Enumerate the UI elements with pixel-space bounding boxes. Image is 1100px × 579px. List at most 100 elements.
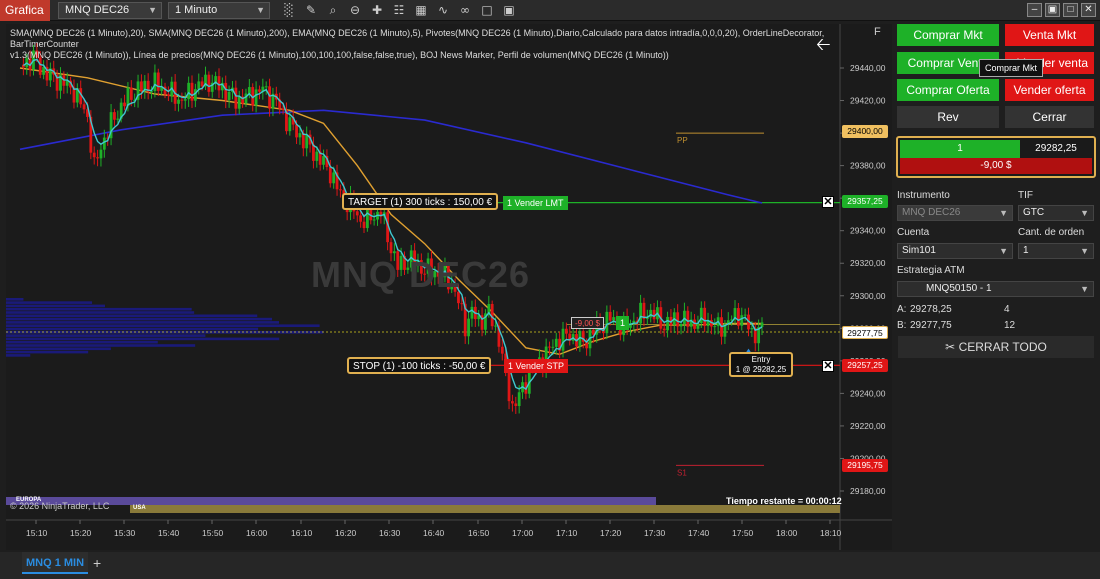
bars-icon[interactable]: ░ [282, 2, 296, 18]
minimize-icon[interactable]: – [1027, 3, 1042, 17]
stop-order-box[interactable]: STOP (1) -100 ticks : -50,00 € [347, 357, 492, 374]
sell-bid-button[interactable]: Vender oferta [1005, 79, 1094, 101]
candle-body [295, 124, 298, 138]
maximize-icon[interactable]: □ [1063, 3, 1078, 17]
instrument-field: MNQ DEC26 ▼ [897, 205, 1013, 221]
atm-value: MNQ50150 - 1 [926, 283, 992, 294]
templates-icon[interactable]: □ [480, 2, 494, 18]
pivot-s1-price: 29195,75 [842, 459, 888, 472]
candle-body [116, 118, 120, 120]
volume-profile-bar [6, 350, 89, 354]
candle-body [608, 311, 612, 321]
target-order-box[interactable]: TARGET (1) 300 ticks : 150,00 € [342, 193, 499, 210]
buy-market-button[interactable]: Comprar Mkt [897, 24, 999, 46]
account-value: Sim101 [902, 245, 936, 256]
target-order-tag[interactable]: 1 Vender LMT [503, 196, 568, 210]
bid-size: 12 [1004, 320, 1016, 331]
candle-body [551, 346, 555, 348]
candle-body [197, 81, 201, 90]
entry-detail: 1 @ 29282,25 [735, 365, 787, 374]
close-all-button[interactable]: ✂ CERRAR TODO [898, 336, 1094, 358]
crosshair-icon[interactable]: ✚ [370, 2, 384, 18]
magnifier-icon[interactable]: ⌕ [326, 2, 340, 18]
zoom-out-icon[interactable]: ⊖ [348, 2, 362, 18]
quantity-stepper[interactable]: 1 ▼ [1018, 243, 1094, 259]
price-axis-label: 29380,00 [850, 161, 886, 171]
stop-price-box: 29257,25 [842, 359, 888, 372]
session-usa-label: USA [133, 505, 146, 511]
instrument-select[interactable]: MNQ DEC26 ▼ [58, 2, 162, 19]
time-axis-label: 17:50 [732, 528, 754, 538]
position-qty-tag[interactable]: 1 [616, 316, 630, 330]
time-axis-label: 15:10 [26, 528, 48, 538]
time-axis-label: 16:40 [423, 528, 445, 538]
price-axis-label: 29300,00 [850, 291, 886, 301]
arrow-left-icon[interactable]: 🡠 [816, 32, 831, 62]
candle-body [639, 302, 642, 324]
chart-window: Grafica MNQ DEC26 ▼ 1 Minuto ▼ ░ ✎ ⌕ ⊖ ✚… [0, 0, 1100, 579]
position-display: 1 29282,25 -9,00 $ [896, 136, 1096, 178]
entry-marker[interactable]: Entry 1 @ 29282,25 [729, 352, 793, 377]
link-icon[interactable]: ∞ [458, 2, 472, 18]
close-icon[interactable]: ✕ [1081, 3, 1096, 17]
tab-mnq-1-min[interactable]: MNQ 1 MIN [22, 552, 88, 574]
pivot-pp-price: 29400,00 [842, 125, 888, 138]
price-axis-label: 29220,00 [850, 421, 886, 431]
stop-order-tag[interactable]: 1 Vender STP [504, 359, 569, 373]
candle-body [96, 157, 99, 159]
reverse-button[interactable]: Rev [897, 106, 999, 128]
candle-body [113, 112, 116, 120]
f-button[interactable]: F [874, 26, 886, 40]
add-tab-button[interactable]: + [93, 555, 101, 571]
account-select[interactable]: Sim101 ▼ [897, 243, 1013, 259]
time-axis-label: 17:10 [556, 528, 578, 538]
time-axis-label: 17:00 [512, 528, 534, 538]
atm-strategy-select[interactable]: MNQ50150 - 1 ▼ [897, 281, 1094, 297]
price-chart[interactable]: PPS129440,0029420,0029400,0029380,002936… [6, 24, 892, 572]
candle-body [676, 312, 680, 327]
candle-body [207, 74, 211, 92]
sell-market-button[interactable]: Venta Mkt [1005, 24, 1094, 46]
properties-icon[interactable]: ☷ [392, 2, 406, 18]
candle-body [507, 368, 511, 402]
candle-body [372, 219, 376, 221]
restore-icon[interactable]: ▣ [1045, 3, 1060, 17]
atm-label: Estrategia ATM [897, 265, 965, 276]
position-pl-tag[interactable]: -9,00 $ [571, 317, 604, 329]
pivot-pp-label: PP [677, 136, 688, 145]
candle-body [315, 151, 319, 161]
candle-body [301, 133, 305, 149]
candle-body [247, 87, 251, 94]
target-price-box: 29357,25 [842, 195, 888, 208]
window-linking-icon[interactable]: ▣ [502, 2, 516, 18]
candle-body [703, 307, 707, 327]
time-axis-label: 17:20 [600, 528, 622, 538]
candle-body [392, 251, 396, 254]
candle-body [187, 82, 191, 100]
strategy-icon[interactable]: ▦ [414, 2, 428, 18]
candle-body [129, 87, 133, 100]
candle-body [389, 242, 393, 254]
close-position-button[interactable]: Cerrar [1005, 106, 1094, 128]
price-axis-label: 29320,00 [850, 258, 886, 268]
candle-body [467, 318, 470, 337]
volume-profile-bar [6, 307, 192, 311]
cancel-stop-icon[interactable]: ✕ [822, 360, 834, 372]
chevron-down-icon: ▼ [256, 5, 265, 15]
price-axis-label: 29440,00 [850, 63, 886, 73]
candle-body [693, 319, 696, 329]
buy-ask-button[interactable]: Comprar Oferta [897, 79, 999, 101]
candle-body [268, 86, 271, 109]
instrument-watermark: MNQ DEC26 [311, 254, 531, 295]
candle-body [679, 324, 683, 327]
pencil-icon[interactable]: ✎ [304, 2, 318, 18]
instrument-field-value: MNQ DEC26 [902, 207, 961, 218]
volume-profile-bar [6, 354, 31, 357]
volume-profile-bar [6, 317, 273, 321]
interval-select[interactable]: 1 Minuto ▼ [168, 2, 270, 19]
tif-select[interactable]: GTC ▼ [1018, 205, 1094, 221]
indicator-icon[interactable]: ∿ [436, 2, 450, 18]
candle-body [227, 91, 231, 100]
candle-body [554, 338, 558, 347]
cancel-target-icon[interactable]: ✕ [822, 196, 834, 208]
